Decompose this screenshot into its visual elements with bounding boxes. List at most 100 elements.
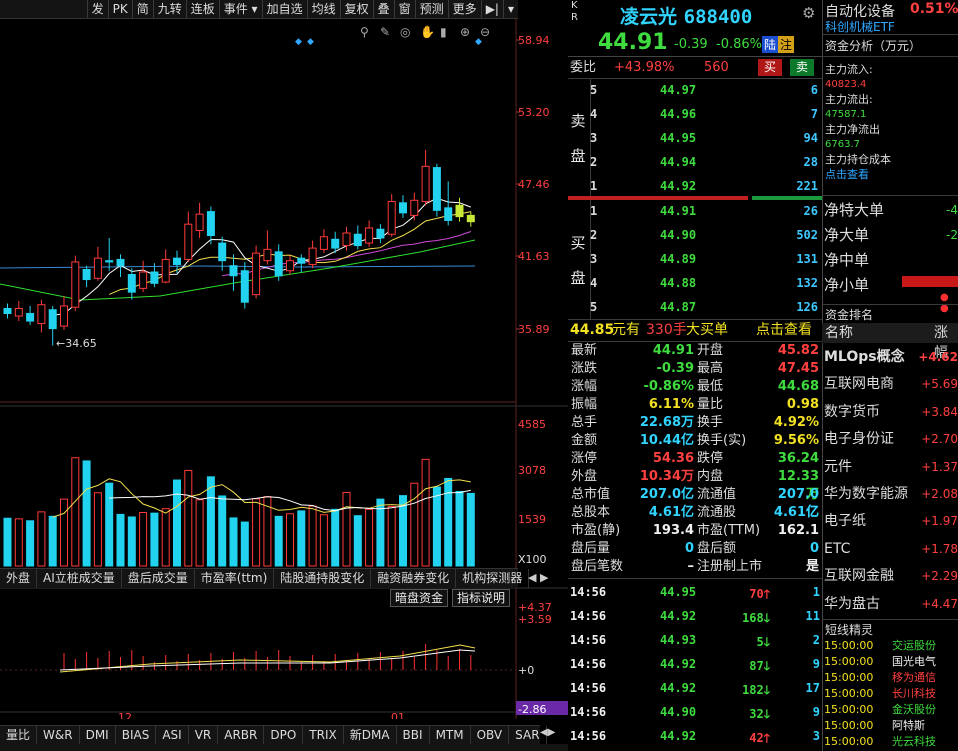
- short-signal-row[interactable]: 15:00:00 光云科技: [824, 734, 958, 749]
- indicator-tab[interactable]: BIAS: [116, 726, 157, 745]
- indicator-tab[interactable]: 市盈率(ttm): [195, 569, 275, 588]
- rank-row[interactable]: ETC +1.78: [824, 536, 958, 563]
- dropdown-icon[interactable]: ▾: [502, 0, 518, 18]
- indicator-tab[interactable]: 机构探测器: [456, 569, 530, 588]
- chart-tool-icon[interactable]: ✋: [420, 25, 435, 39]
- orderbook-row[interactable]: 3 44.95 94: [568, 127, 822, 151]
- indicator-tab[interactable]: 盘后成交量: [122, 569, 195, 588]
- short-signal-row[interactable]: 15:00:00 阿特斯: [824, 718, 958, 733]
- candle[interactable]: [127, 274, 136, 293]
- candle[interactable]: [48, 309, 57, 330]
- rank-row[interactable]: 电子身份证 +2.70: [824, 426, 958, 453]
- toolbar-item[interactable]: 发: [86, 0, 108, 18]
- candle[interactable]: [455, 204, 464, 218]
- toolbar-item[interactable]: 复权: [339, 0, 373, 18]
- candle[interactable]: [365, 227, 374, 244]
- tab-scroll-arrows[interactable]: ◀ ▶: [528, 569, 568, 587]
- big-buy-link[interactable]: 点击查看: [756, 320, 812, 341]
- candle[interactable]: [466, 214, 475, 223]
- rank-row[interactable]: 元件 +1.37: [824, 454, 958, 481]
- candle[interactable]: [116, 258, 125, 267]
- orderbook-row[interactable]: 5 44.87 126: [568, 296, 822, 320]
- rank-row[interactable]: 电子纸 +1.97: [824, 508, 958, 535]
- candle[interactable]: [195, 213, 204, 231]
- candle[interactable]: [410, 199, 419, 216]
- candle[interactable]: [376, 228, 385, 239]
- candle[interactable]: [444, 207, 453, 221]
- indicator-tab[interactable]: BBI: [397, 726, 430, 745]
- toolbar-item[interactable]: 九转: [152, 0, 186, 18]
- candle[interactable]: [93, 257, 102, 279]
- rank-row[interactable]: MLOps概念 +4.62: [824, 344, 958, 371]
- chart-tool-icon[interactable]: ◎: [400, 25, 410, 39]
- expand-icon[interactable]: ▶|: [480, 0, 503, 18]
- indicator-tab[interactable]: AI立桩成交量: [37, 569, 122, 588]
- bottom-scroll-arrows[interactable]: ◀▶: [540, 727, 568, 738]
- toolbar-item[interactable]: PK: [107, 0, 132, 18]
- orderbook-row[interactable]: 2 44.94 28: [568, 151, 822, 175]
- orderbook-row[interactable]: 5 44.97 6: [568, 79, 822, 103]
- kline-chart[interactable]: 58.9453.2047.4641.6335.89⚲ ✎ ◎ ✋ ▮ ⊕ ⊖◆ ◆ ◆←34.6…: [0, 19, 568, 719]
- candle[interactable]: [14, 307, 23, 317]
- candle[interactable]: [263, 248, 272, 262]
- candle[interactable]: [286, 260, 294, 272]
- event-marker-icon[interactable]: ◆: [307, 37, 314, 47]
- candle[interactable]: [173, 257, 181, 265]
- rank-row[interactable]: 互联网电商 +5.69: [824, 371, 958, 398]
- rank-row[interactable]: 数字货币 +3.84: [824, 399, 958, 426]
- short-signal-row[interactable]: 15:00:00 金沃股份: [824, 702, 958, 717]
- rank-row[interactable]: 互联网金融 +2.29: [824, 563, 958, 590]
- toolbar-item[interactable]: 窗: [393, 0, 415, 18]
- indicator-tab[interactable]: ARBR: [218, 726, 265, 745]
- candle[interactable]: [206, 211, 215, 237]
- candle[interactable]: [240, 270, 249, 303]
- dark-pool-button[interactable]: 暗盘资金: [390, 589, 449, 607]
- toolbar-item[interactable]: 更多: [447, 0, 481, 18]
- candle[interactable]: [229, 265, 238, 277]
- toolbar-item[interactable]: 简: [131, 0, 153, 18]
- indicator-help-button[interactable]: 指标说明: [452, 589, 511, 607]
- candle[interactable]: [387, 201, 396, 235]
- etf-link[interactable]: 科创机械ETF: [825, 18, 895, 35]
- candle[interactable]: [161, 258, 170, 283]
- toolbar-item[interactable]: 均线: [306, 0, 340, 18]
- chart-tool-icon[interactable]: ▮: [440, 25, 447, 39]
- candle[interactable]: [60, 305, 68, 327]
- candle[interactable]: [3, 307, 12, 315]
- candle[interactable]: [105, 260, 114, 263]
- candle[interactable]: [26, 313, 35, 322]
- cost-link[interactable]: 点击查看: [825, 167, 891, 182]
- orderbook-row[interactable]: 3 44.89 131: [568, 248, 822, 272]
- rank-row[interactable]: 华为盘古 +4.47: [824, 591, 958, 618]
- candle[interactable]: [37, 304, 46, 325]
- indicator-tab[interactable]: DMI: [80, 726, 116, 745]
- orderbook-row[interactable]: 1 44.91 26: [568, 200, 822, 224]
- toolbar-item[interactable]: 加自选: [261, 0, 307, 18]
- candle[interactable]: [421, 165, 430, 203]
- candle[interactable]: [297, 257, 306, 264]
- indicator-tab[interactable]: 融资融券变化: [371, 569, 457, 588]
- indicator-tab[interactable]: 新DMA: [344, 726, 397, 745]
- toolbar-item[interactable]: 连板: [185, 0, 219, 18]
- event-marker-icon[interactable]: ◆: [295, 37, 302, 47]
- candle[interactable]: [432, 167, 441, 211]
- candle[interactable]: [274, 251, 283, 277]
- indicator-tab[interactable]: VR: [189, 726, 219, 745]
- indicator-tab[interactable]: TRIX: [303, 726, 344, 745]
- chart-tool-icon[interactable]: ⚲: [360, 25, 369, 39]
- chart-tool-icon[interactable]: ⊕: [460, 25, 470, 39]
- event-marker-icon[interactable]: ◆: [475, 37, 482, 47]
- orderbook-row[interactable]: 4 44.96 7: [568, 103, 822, 127]
- chart-tool-icon[interactable]: ✎: [380, 25, 390, 39]
- toolbar-item[interactable]: 叠: [372, 0, 394, 18]
- candle[interactable]: [218, 242, 227, 262]
- candle[interactable]: [82, 268, 91, 281]
- short-signal-row[interactable]: 15:00:00 国光电气: [824, 654, 958, 669]
- indicator-tab[interactable]: W&R: [37, 726, 80, 745]
- candle[interactable]: [252, 252, 261, 296]
- orderbook-row[interactable]: 2 44.90 502: [568, 224, 822, 248]
- indicator-tab[interactable]: ASI: [156, 726, 189, 745]
- candle[interactable]: [319, 236, 328, 250]
- indicator-tab[interactable]: MTM: [430, 726, 471, 745]
- toolbar-item[interactable]: 事件 ▾: [218, 0, 262, 18]
